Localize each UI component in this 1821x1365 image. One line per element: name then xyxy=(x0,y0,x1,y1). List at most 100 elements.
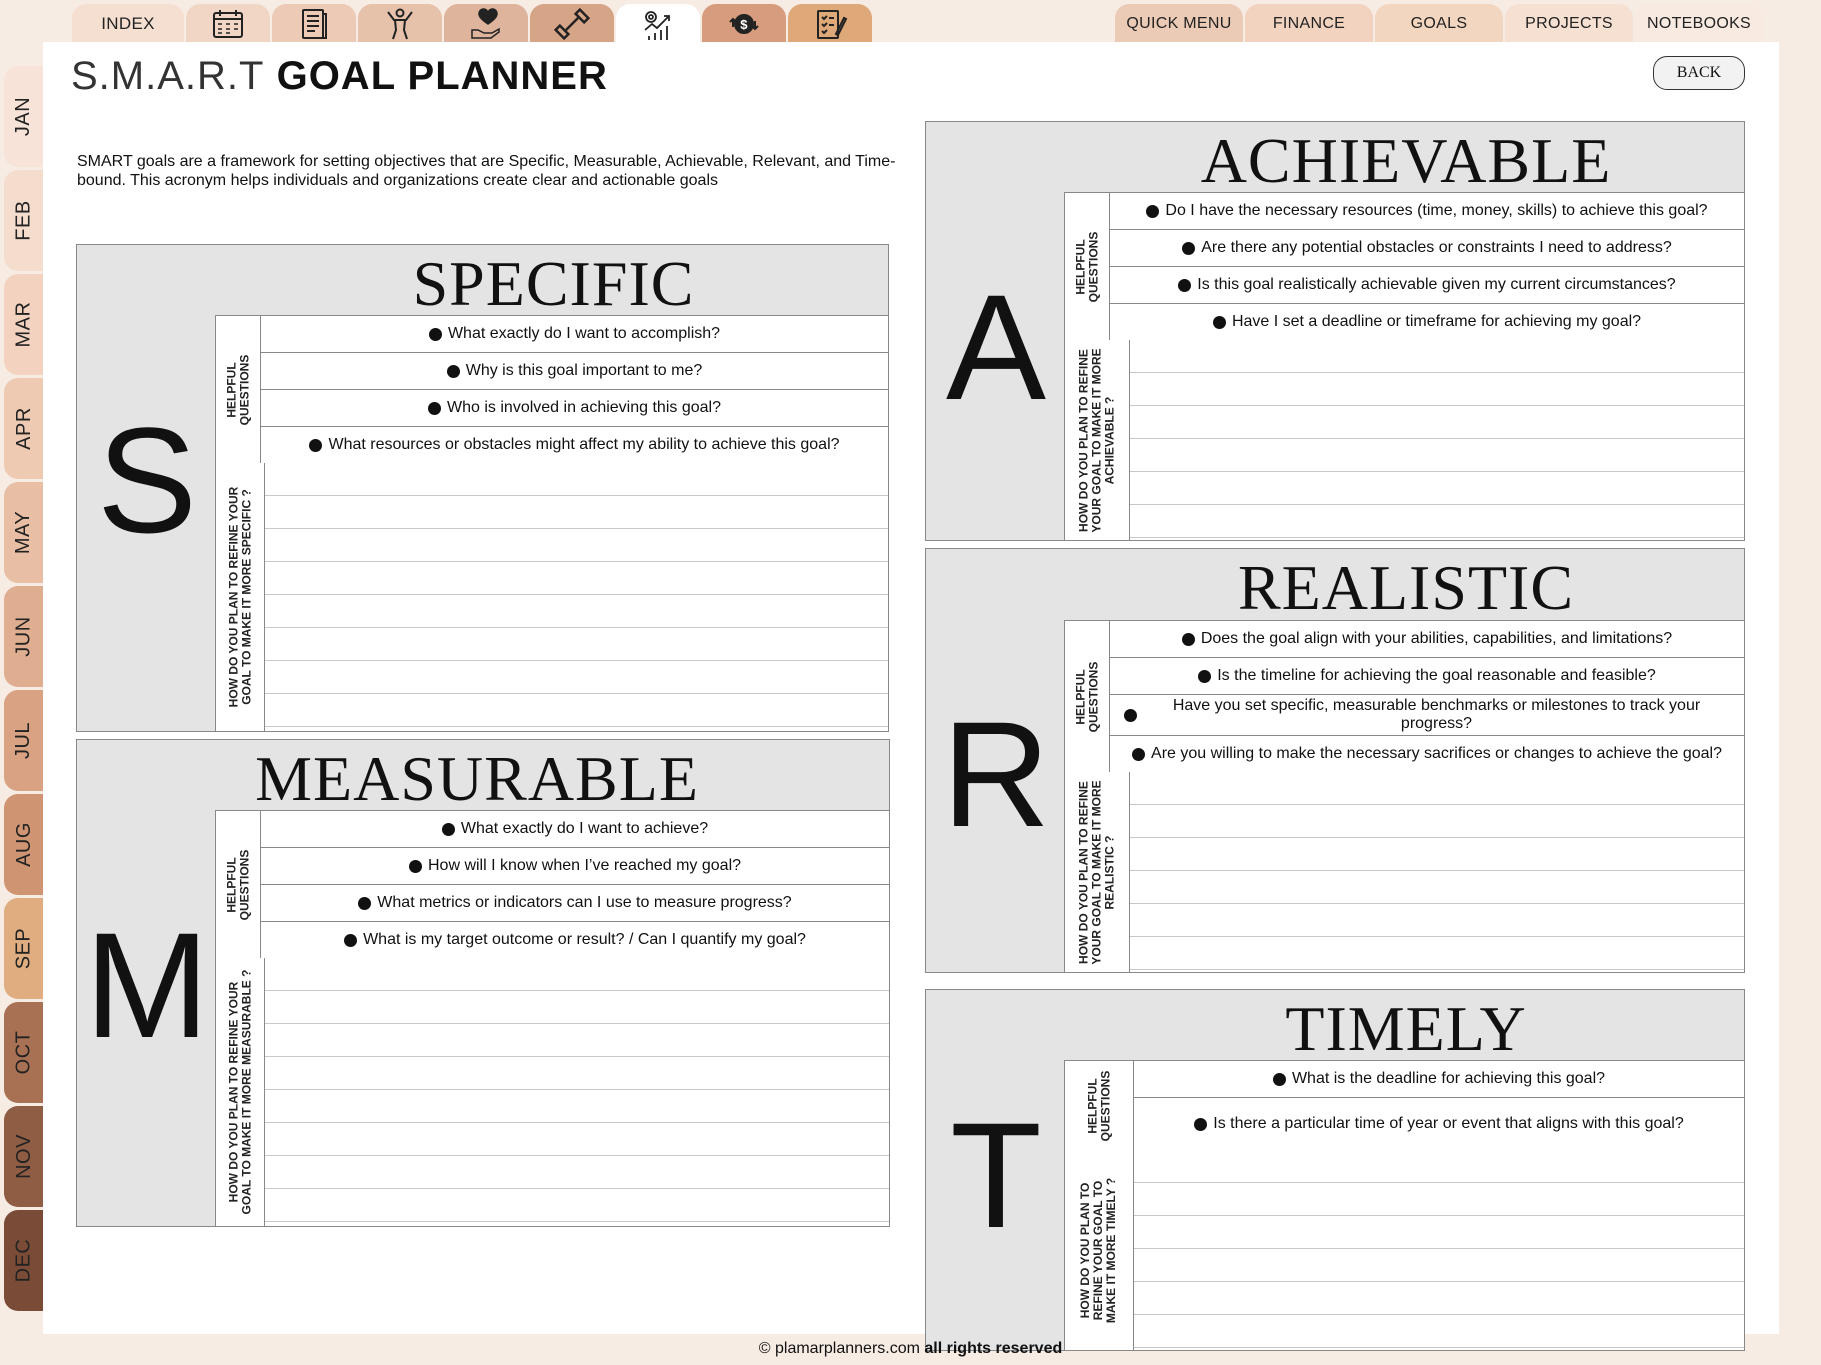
tab-checklist[interactable] xyxy=(788,4,872,44)
tab-money[interactable]: $ xyxy=(702,4,786,44)
refine-label: HOW DO YOU PLAN TO REFINE YOUR GOAL TO MA… xyxy=(226,969,253,1215)
month-tab-may[interactable]: MAY xyxy=(4,482,44,583)
month-tab-mar[interactable]: MAR xyxy=(4,274,44,375)
footer-site: © plamarplanners.com xyxy=(758,1340,920,1357)
questions-list: What is the deadline for achieving this … xyxy=(1134,1061,1744,1151)
selfcare-icon xyxy=(471,8,500,39)
question-item: Who is involved in achieving this goal? xyxy=(261,390,888,427)
questions-label: HELPFUL QUESTIONS xyxy=(1085,1070,1112,1142)
section-title: MEASURABLE xyxy=(255,743,699,814)
month-label: APR xyxy=(12,407,35,450)
month-tab-dec[interactable]: DEC xyxy=(4,1210,44,1311)
month-tab-apr[interactable]: APR xyxy=(4,378,44,479)
section-title: TIMELY xyxy=(1285,993,1527,1064)
section-letter: S xyxy=(96,396,198,564)
tab-finance[interactable]: FINANCE xyxy=(1245,4,1373,44)
refine-side-label: HOW DO YOU PLAN TO REFINE YOUR GOAL TO MA… xyxy=(1064,340,1130,540)
question-item: Is the timeline for achieving the goal r… xyxy=(1110,658,1744,695)
refine-side-label: HOW DO YOU PLAN TO REFINE YOUR GOAL TO MA… xyxy=(215,463,265,731)
questions-side-label: HELPFUL QUESTIONS xyxy=(215,316,261,464)
tab-workout[interactable] xyxy=(530,4,614,44)
tab-goals[interactable] xyxy=(616,4,700,44)
month-tab-sep[interactable]: SEP xyxy=(4,898,44,999)
question-item: What exactly do I want to accomplish? xyxy=(261,316,888,353)
tab-projects[interactable]: PROJECTS xyxy=(1505,4,1633,44)
tab-quick-menu[interactable]: QUICK MENU xyxy=(1115,4,1243,44)
month-tab-oct[interactable]: OCT xyxy=(4,1002,44,1103)
question-item: Have I set a deadline or timeframe for a… xyxy=(1110,304,1744,341)
calendar-icon xyxy=(213,10,243,38)
refine-side-label: HOW DO YOU PLAN TO REFINE YOUR GOAL TO MA… xyxy=(215,958,265,1226)
month-label: OCT xyxy=(12,1030,35,1075)
month-tab-nov[interactable]: NOV xyxy=(4,1106,44,1207)
month-label: SEP xyxy=(12,927,35,970)
question-item: What is my target outcome or result? / C… xyxy=(261,922,889,959)
section-title: REALISTIC xyxy=(1237,552,1575,623)
questions-label: HELPFUL QUESTIONS xyxy=(224,354,251,426)
refine-label: HOW DO YOU PLAN TO REFINE YOUR GOAL TO MA… xyxy=(226,486,253,708)
month-tab-jul[interactable]: JUL xyxy=(4,690,44,791)
section-letter: T xyxy=(950,1091,1042,1259)
writing-lines[interactable] xyxy=(1130,772,1744,972)
month-label: MAY xyxy=(12,510,35,555)
writing-lines[interactable] xyxy=(1134,1150,1744,1350)
month-tab-jan[interactable]: JAN xyxy=(4,66,44,167)
question-item: How will I know when I’ve reached my goa… xyxy=(261,848,889,885)
question-item: Do I have the necessary resources (time,… xyxy=(1110,193,1744,230)
month-label: FEB xyxy=(12,200,35,241)
month-label: MAR xyxy=(12,301,35,348)
title-acronym: S.M.A.R.T xyxy=(71,54,265,98)
intro-text: SMART goals are a framework for setting … xyxy=(77,153,896,189)
section-title: SPECIFIC xyxy=(412,248,695,319)
month-label: JUN xyxy=(12,616,35,657)
section-content: HELPFUL QUESTIONS Do I have the necessary… xyxy=(1064,192,1744,540)
month-tabs: JAN FEB MAR APR MAY JUN JUL AUG SEP OCT … xyxy=(4,66,44,1314)
question-item: Have you set specific, measurable benchm… xyxy=(1110,695,1744,736)
month-label: JUL xyxy=(12,721,35,760)
question-item: Why is this goal important to me? xyxy=(261,353,888,390)
month-tab-jun[interactable]: JUN xyxy=(4,586,44,687)
writing-lines[interactable] xyxy=(1130,340,1744,540)
section-content: HELPFUL QUESTIONS What exactly do I want … xyxy=(215,315,888,731)
questions-list: What exactly do I want to accomplish? Wh… xyxy=(261,316,888,464)
section-content: HELPFUL QUESTIONS What is the deadline fo… xyxy=(1064,1060,1744,1350)
section-achievable: ACHIEVABLE A HELPFUL QUESTIONS Do I have … xyxy=(925,121,1745,541)
tab-calendar[interactable] xyxy=(186,4,270,44)
tab-notebooks[interactable]: NOTEBOOKS xyxy=(1635,4,1763,44)
section-realistic: REALISTIC R HELPFUL QUESTIONS Does the go… xyxy=(925,548,1745,973)
question-item: Are there any potential obstacles or con… xyxy=(1110,230,1744,267)
section-content: HELPFUL QUESTIONS Does the goal align wit… xyxy=(1064,620,1744,972)
question-item: What exactly do I want to achieve? xyxy=(261,811,889,848)
questions-label: HELPFUL QUESTIONS xyxy=(1073,231,1100,303)
tab-notes[interactable] xyxy=(272,4,356,44)
month-tab-feb[interactable]: FEB xyxy=(4,170,44,271)
refine-label: HOW DO YOU PLAN TO REFINE YOUR GOAL TO MAK… xyxy=(1078,1177,1119,1323)
tab-goals-nav[interactable]: GOALS xyxy=(1375,4,1503,44)
month-label: AUG xyxy=(12,822,35,867)
refine-side-label: HOW DO YOU PLAN TO REFINE YOUR GOAL TO MAK… xyxy=(1064,1150,1134,1350)
questions-side-label: HELPFUL QUESTIONS xyxy=(1064,193,1110,341)
tab-fitness[interactable] xyxy=(358,4,442,44)
questions-side-label: HELPFUL QUESTIONS xyxy=(215,811,261,959)
planner-page: S.M.A.R.T GOAL PLANNER BACK SMART goals … xyxy=(43,42,1779,1351)
section-title: ACHIEVABLE xyxy=(1200,125,1612,196)
questions-list: What exactly do I want to achieve? How w… xyxy=(261,811,889,959)
top-tab-bar: INDEX $ xyxy=(72,4,874,44)
footer: © plamarplanners.com all rights reserved xyxy=(0,1340,1821,1358)
quick-nav-tabs: QUICK MENU FINANCE GOALS PROJECTS NOTEBO… xyxy=(1113,4,1763,44)
questions-list: Do I have the necessary resources (time,… xyxy=(1110,193,1744,341)
month-tab-aug[interactable]: AUG xyxy=(4,794,44,895)
workout-icon xyxy=(554,7,590,41)
tab-index[interactable]: INDEX xyxy=(72,4,184,44)
tab-selfcare[interactable] xyxy=(444,4,528,44)
section-timely: TIMELY T HELPFUL QUESTIONS What is the de… xyxy=(925,989,1745,1351)
question-item: Is there a particular time of year or ev… xyxy=(1134,1098,1744,1151)
money-icon: $ xyxy=(729,14,759,34)
goals-icon xyxy=(644,11,670,40)
back-button[interactable]: BACK xyxy=(1653,56,1745,90)
refine-label: HOW DO YOU PLAN TO REFINE YOUR GOAL TO MA… xyxy=(1076,347,1117,533)
section-letter: M xyxy=(84,901,210,1069)
writing-lines[interactable] xyxy=(265,463,888,731)
questions-label: HELPFUL QUESTIONS xyxy=(224,849,251,921)
writing-lines[interactable] xyxy=(265,958,889,1226)
